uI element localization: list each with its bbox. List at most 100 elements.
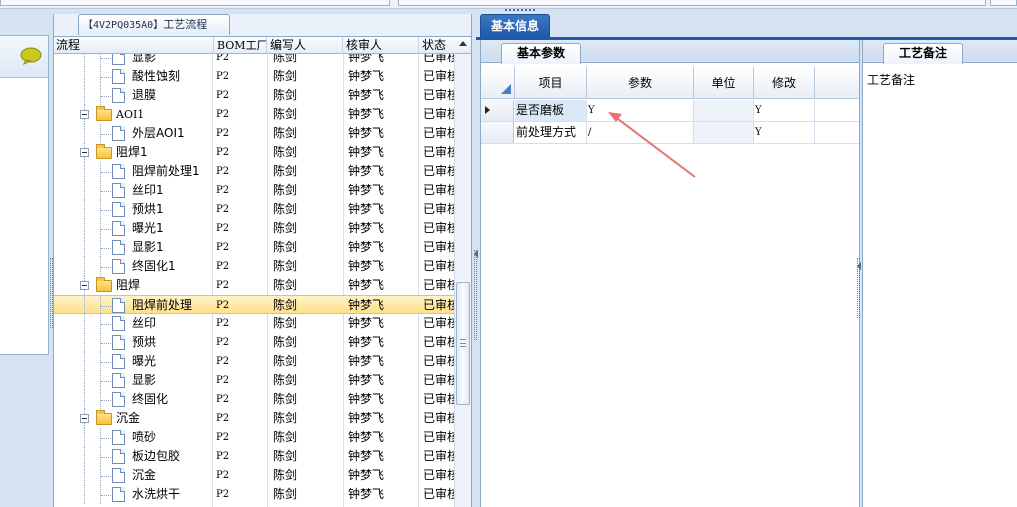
tree-connector (101, 306, 111, 307)
cell-writer: 陈剑 (273, 145, 298, 159)
tree-group-row[interactable]: 沉金 P2 陈剑 钟梦飞 已审核 (54, 409, 454, 428)
tree-connector (84, 428, 85, 447)
tab-process-flow[interactable]: 【4V2PQ035A0】工艺流程 (78, 14, 230, 35)
grid-cell-item[interactable]: 前处理方式 (515, 122, 587, 143)
tree-row[interactable]: 丝印 P2 陈剑 钟梦飞 已审核 (54, 314, 454, 333)
tree-row[interactable]: 板边包胶 P2 陈剑 钟梦飞 已审核 (54, 447, 454, 466)
cell-bom: P2 (216, 166, 230, 177)
grid-header-modify[interactable]: 修改 (754, 67, 815, 99)
col-header-flow[interactable]: 流程 (54, 37, 214, 54)
document-icon (112, 449, 125, 464)
tree-connector (101, 495, 111, 496)
grid-header-param[interactable]: 参数 (587, 67, 694, 99)
left-panel-header (0, 36, 48, 78)
cell-bom: P2 (216, 470, 230, 481)
grid-cell-unit[interactable] (694, 122, 754, 143)
cell-reviewer: 钟梦飞 (348, 392, 385, 406)
tree-row[interactable]: 显影 P2 陈剑 钟梦飞 已审核 (54, 371, 454, 390)
tree-row[interactable]: 阻焊前处理1 P2 陈剑 钟梦飞 已审核 (54, 162, 454, 181)
cell-writer: 陈剑 (273, 487, 298, 501)
tree-row[interactable]: 终固化1 P2 陈剑 钟梦飞 已审核 (54, 257, 454, 276)
tree-row[interactable]: 沉金 P2 陈剑 钟梦飞 已审核 (54, 466, 454, 485)
scroll-grip-icon (460, 339, 466, 347)
tree-connector (101, 457, 111, 458)
row-selector[interactable] (481, 122, 514, 143)
grid-cell-modify[interactable]: Y (754, 122, 815, 143)
left-side-panel (0, 35, 49, 355)
cell-bom: P2 (216, 54, 230, 63)
speech-bubble-icon[interactable] (20, 47, 42, 65)
cell-reviewer: 钟梦飞 (348, 183, 385, 197)
basic-params-panel: 基本参数 项目 参数 单位 修改 是否磨板 Y Y 前处理方式 / Y (480, 40, 860, 507)
grid-cell-param[interactable]: Y (587, 100, 694, 121)
tab-basic-info[interactable]: 基本信息 (480, 14, 550, 38)
memo-tabbar: 工艺备注 (863, 40, 1017, 64)
params-tabbar: 基本参数 (481, 40, 859, 64)
tree-row[interactable]: 曝光1 P2 陈剑 钟梦飞 已审核 (54, 219, 454, 238)
grid-cell-param[interactable]: / (587, 122, 694, 143)
col-header-writer[interactable]: 编写人 (268, 37, 343, 54)
tree-connector (101, 58, 111, 59)
tree-row[interactable]: 显影 P2 陈剑 钟梦飞 已审核 (54, 54, 454, 67)
document-icon (112, 221, 125, 236)
tree-connector (101, 248, 111, 249)
grid-cell-modify[interactable]: Y (754, 100, 815, 121)
cell-writer: 陈剑 (273, 183, 298, 197)
document-icon (112, 88, 125, 103)
top-strip-segment (990, 0, 1017, 6)
collapse-toggle-icon[interactable] (80, 148, 89, 157)
tree-connector (84, 86, 85, 105)
tab-drag-grip[interactable] (505, 9, 535, 12)
grid-row[interactable]: 前处理方式 / Y (481, 122, 859, 144)
cell-status: 已审核 (423, 354, 454, 368)
row-selector[interactable] (481, 100, 514, 121)
tree-row[interactable]: 丝印1 P2 陈剑 钟梦飞 已审核 (54, 181, 454, 200)
grid-header-item[interactable]: 项目 (515, 67, 587, 99)
tree-connector (101, 324, 111, 325)
tree-row[interactable]: 退膜 P2 陈剑 钟梦飞 已审核 (54, 86, 454, 105)
document-icon (112, 240, 125, 255)
tree-group-row[interactable]: 阻焊1 P2 陈剑 钟梦飞 已审核 (54, 143, 454, 162)
collapse-toggle-icon[interactable] (80, 281, 89, 290)
collapse-toggle-icon[interactable] (80, 110, 89, 119)
tab-process-memo[interactable]: 工艺备注 (883, 43, 963, 64)
cell-reviewer: 钟梦飞 (348, 221, 385, 235)
cell-writer: 陈剑 (273, 221, 298, 235)
tree-group-row[interactable]: AOI1 P2 陈剑 钟梦飞 已审核 (54, 105, 454, 124)
cell-status: 已审核 (423, 54, 454, 64)
tree-row[interactable]: 酸性蚀刻 P2 陈剑 钟梦飞 已审核 (54, 67, 454, 86)
tree-node-label: 外层AOI1 (132, 126, 185, 140)
tree-row[interactable]: 终固化 P2 陈剑 钟梦飞 已审核 (54, 390, 454, 409)
cell-reviewer: 钟梦飞 (348, 411, 385, 425)
grid-cell-unit[interactable] (694, 100, 754, 121)
tree-row[interactable]: 曝光 P2 陈剑 钟梦飞 已审核 (54, 352, 454, 371)
grid-header-unit[interactable]: 单位 (694, 67, 754, 99)
document-icon (112, 298, 125, 313)
tree-row[interactable]: 喷砂 P2 陈剑 钟梦飞 已审核 (54, 428, 454, 447)
collapse-right-icon[interactable] (857, 262, 861, 270)
scroll-thumb[interactable] (456, 282, 470, 405)
tree-row[interactable]: 外层AOI1 P2 陈剑 钟梦飞 已审核 (54, 124, 454, 143)
cell-writer: 陈剑 (273, 54, 298, 64)
collapse-left-icon[interactable] (474, 250, 478, 258)
collapse-toggle-icon[interactable] (80, 414, 89, 423)
tree-row[interactable]: 预烘1 P2 陈剑 钟梦飞 已审核 (54, 200, 454, 219)
cell-reviewer: 钟梦飞 (348, 107, 385, 121)
middle-splitter-grip[interactable] (474, 250, 477, 340)
cell-bom: P2 (216, 318, 230, 329)
scroll-up-icon[interactable] (459, 41, 467, 46)
tab-basic-params[interactable]: 基本参数 (501, 43, 581, 64)
tree-scrollbar[interactable] (454, 41, 471, 507)
tree-group-row[interactable]: 阻焊 P2 陈剑 钟梦飞 已审核 (54, 276, 454, 295)
cell-bom: P2 (216, 185, 230, 196)
tree-node-label: 终固化 (132, 392, 169, 406)
col-header-reviewer[interactable]: 核审人 (344, 37, 419, 54)
tree-row[interactable]: 水洗烘干 P2 陈剑 钟梦飞 已审核 (54, 485, 454, 504)
tree-row[interactable]: 阻焊前处理 P2 陈剑 钟梦飞 已审核 (54, 295, 454, 315)
col-header-bom[interactable]: BOM工厂 (215, 37, 267, 54)
tree-row[interactable]: 显影1 P2 陈剑 钟梦飞 已审核 (54, 238, 454, 257)
grid-row[interactable]: 是否磨板 Y Y (481, 100, 859, 122)
grid-cell-item[interactable]: 是否磨板 (515, 100, 587, 121)
tree-row[interactable]: 预烘 P2 陈剑 钟梦飞 已审核 (54, 333, 454, 352)
corner-triangle-icon (501, 84, 511, 94)
